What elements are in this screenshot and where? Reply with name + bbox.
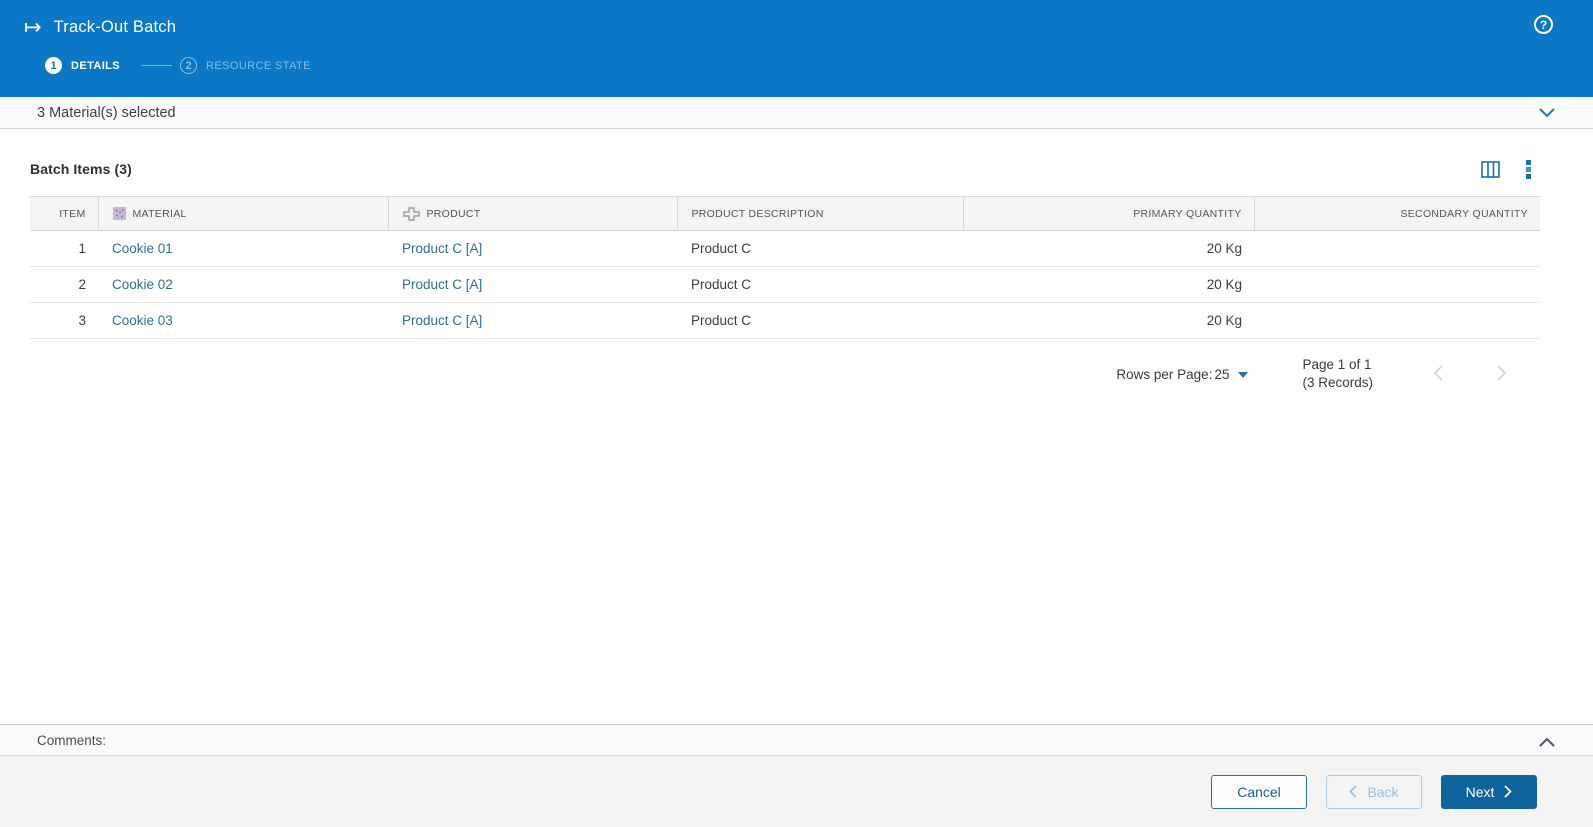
table-row: 1 Cookie 01 Product C [A] Product C 20 K… <box>30 230 1540 267</box>
product-link[interactable]: Product C [A] <box>402 241 482 256</box>
track-out-icon: ↦ <box>24 15 42 39</box>
cell-item: 2 <box>30 266 98 303</box>
cell-primary-quantity: 20 Kg <box>963 302 1254 339</box>
column-header-product[interactable]: PRODUCT <box>388 196 678 231</box>
step-resource-state-label: RESOURCE STATE <box>206 59 311 72</box>
page-info-line2: (3 Records) <box>1302 375 1373 390</box>
table-row: 3 Cookie 03 Product C [A] Product C 20 K… <box>30 302 1540 339</box>
rows-per-page-label: Rows per Page: <box>1116 366 1213 382</box>
batch-items-title: Batch Items (3) <box>30 161 132 177</box>
step-details[interactable]: 1 DETAILS <box>45 57 120 74</box>
table-header-row: ITEM MATERIAL PRODUCT PRODUCT DESCRIPTIO… <box>30 196 1540 231</box>
pager-controls <box>1427 363 1521 386</box>
title-row: ↦ Track-Out Batch <box>24 12 1593 42</box>
cell-product-description: Product C <box>677 230 963 267</box>
comments-bar[interactable]: Comments: <box>0 724 1593 756</box>
chevron-down-icon[interactable] <box>1539 106 1555 122</box>
footer-actions: Cancel Back Next <box>0 756 1593 827</box>
step-details-number: 1 <box>45 57 62 74</box>
batch-items-table: ITEM MATERIAL PRODUCT PRODUCT DESCRIPTIO… <box>30 196 1540 339</box>
step-details-label: DETAILS <box>71 59 121 72</box>
main-content: Batch Items (3) ITEM MATERIAL PRODUCT PR… <box>0 129 1593 724</box>
product-icon <box>402 206 420 221</box>
cancel-label: Cancel <box>1237 783 1281 800</box>
rows-per-page-dropdown[interactable]: Rows per Page: 25 <box>1116 366 1249 382</box>
page-info: Page 1 of 1 (3 Records) <box>1302 356 1373 392</box>
cell-secondary-quantity <box>1254 266 1540 303</box>
previous-page-icon[interactable] <box>1427 363 1450 386</box>
table-row: 2 Cookie 02 Product C [A] Product C 20 K… <box>30 266 1540 303</box>
cell-secondary-quantity <box>1254 230 1540 267</box>
next-button[interactable]: Next <box>1441 774 1537 809</box>
column-header-secondary-quantity[interactable]: SECONDARY QUANTITY <box>1254 196 1540 231</box>
help-icon[interactable]: ? <box>1534 15 1553 34</box>
page-title: Track-Out Batch <box>53 17 177 36</box>
comments-label: Comments: <box>37 732 107 748</box>
material-icon <box>112 207 126 220</box>
next-label: Next <box>1465 783 1495 800</box>
chevron-right-icon <box>1504 785 1513 798</box>
page-info-line1: Page 1 of 1 <box>1302 357 1372 372</box>
cell-primary-quantity: 20 Kg <box>963 230 1254 267</box>
column-header-primary-quantity[interactable]: PRIMARY QUANTITY <box>963 196 1255 231</box>
cell-item: 3 <box>30 302 98 339</box>
more-options-icon[interactable] <box>1526 159 1531 179</box>
cell-product-description: Product C <box>677 266 963 303</box>
cancel-button[interactable]: Cancel <box>1211 774 1307 809</box>
cell-secondary-quantity <box>1254 302 1540 339</box>
chevron-left-icon <box>1349 785 1358 798</box>
pagination-bar: Rows per Page: 25 Page 1 of 1 (3 Records) <box>30 356 1543 392</box>
cell-primary-quantity: 20 Kg <box>963 266 1254 303</box>
chevron-up-icon[interactable] <box>1539 735 1555 750</box>
next-page-icon[interactable] <box>1490 363 1513 386</box>
column-header-material[interactable]: MATERIAL <box>98 196 389 231</box>
materials-selected-bar[interactable]: 3 Material(s) selected <box>0 97 1593 129</box>
back-label: Back <box>1367 783 1399 800</box>
table-tools <box>1481 159 1543 179</box>
dropdown-caret-icon <box>1238 372 1249 378</box>
product-link[interactable]: Product C [A] <box>402 277 482 292</box>
help-glyph: ? <box>1539 17 1548 32</box>
cell-product-description: Product C <box>677 302 963 339</box>
wizard-steps: 1 DETAILS 2 RESOURCE STATE <box>45 57 1593 74</box>
column-settings-icon[interactable] <box>1481 160 1500 178</box>
batch-items-header: Batch Items (3) <box>30 158 1543 180</box>
step-connector <box>142 65 173 66</box>
wizard-header: ↦ Track-Out Batch ? 1 DETAILS 2 RESOURCE… <box>0 0 1593 97</box>
column-header-product-description[interactable]: PRODUCT DESCRIPTION <box>677 196 964 231</box>
step-resource-state[interactable]: 2 RESOURCE STATE <box>180 57 311 74</box>
cell-item: 1 <box>30 230 98 267</box>
back-button[interactable]: Back <box>1326 774 1422 809</box>
product-link[interactable]: Product C [A] <box>402 313 482 328</box>
step-resource-state-number: 2 <box>180 57 198 74</box>
material-link[interactable]: Cookie 01 <box>112 241 173 256</box>
material-link[interactable]: Cookie 03 <box>112 313 173 328</box>
rows-per-page-value: 25 <box>1214 366 1230 382</box>
materials-selected-label: 3 Material(s) selected <box>37 104 176 121</box>
column-header-item[interactable]: ITEM <box>30 196 99 231</box>
material-link[interactable]: Cookie 02 <box>112 277 173 292</box>
